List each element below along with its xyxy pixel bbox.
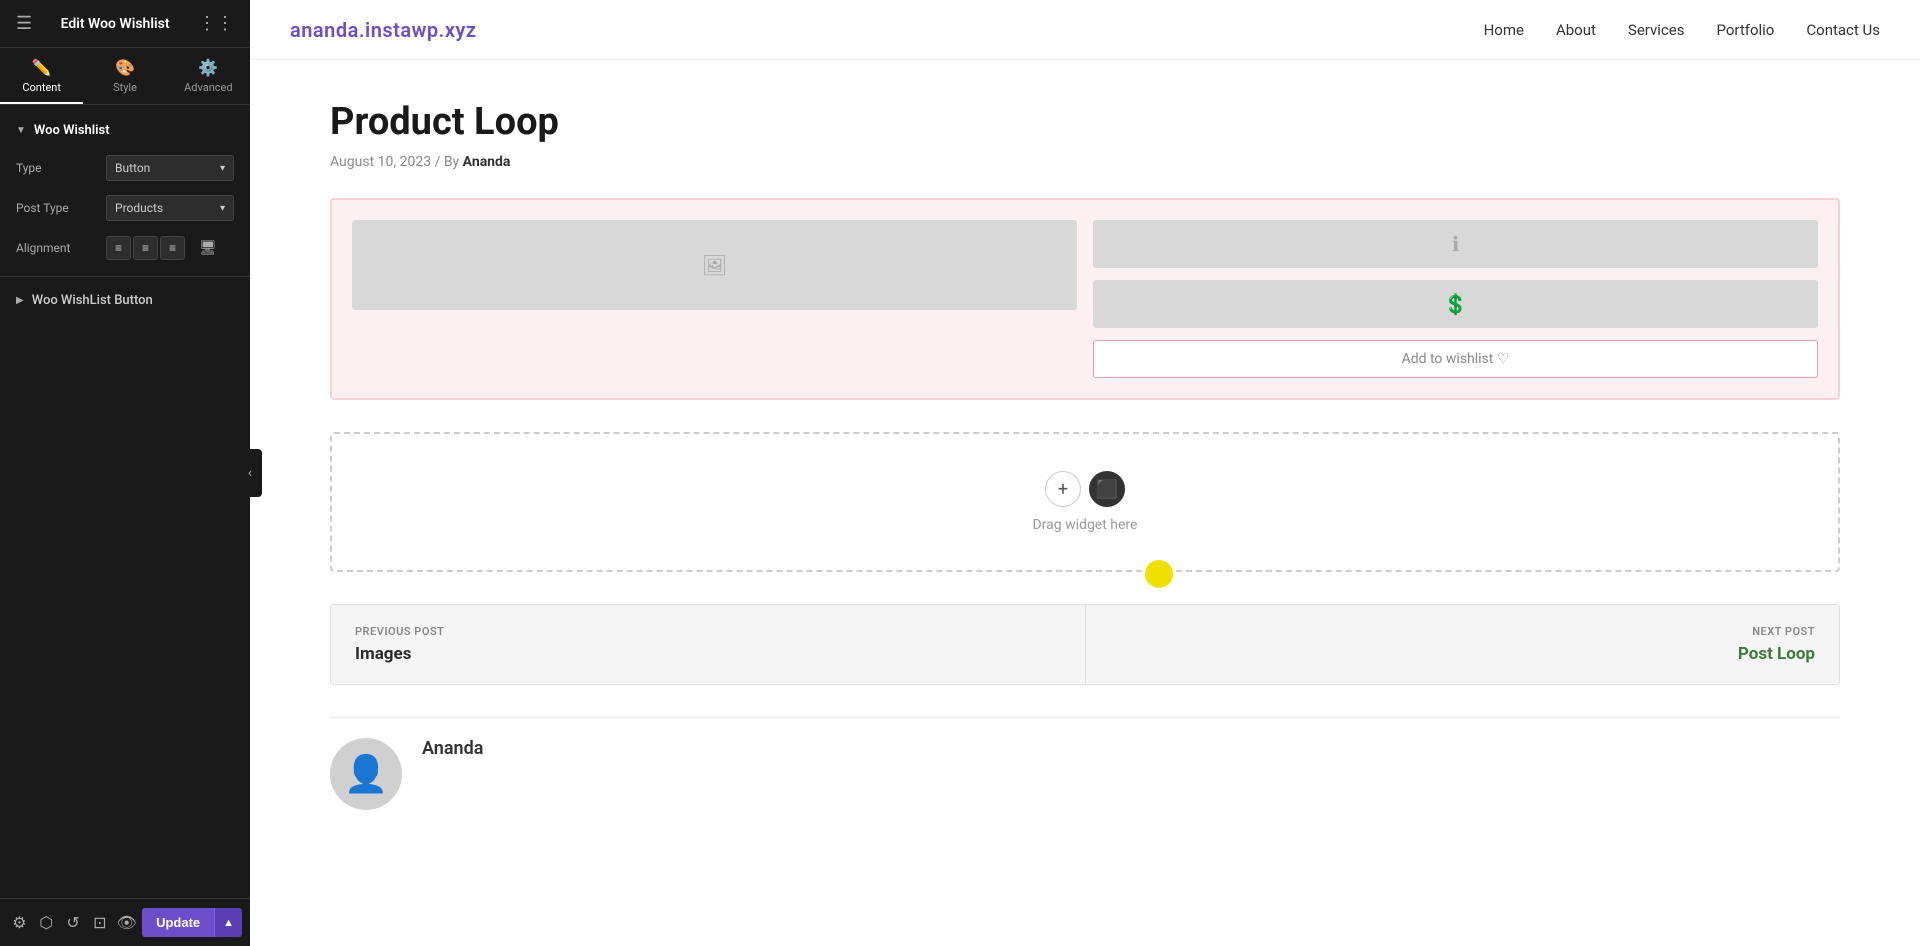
page-content: Product Loop August 10, 2023 / By Ananda…: [250, 60, 1920, 946]
post-separator: /: [435, 154, 444, 170]
price-icon: 💲: [1443, 292, 1468, 316]
post-date: August 10, 2023: [330, 154, 431, 170]
woo-wishlist-button-label: Woo WishList Button: [32, 293, 153, 308]
type-select[interactable]: Button ▾: [106, 155, 234, 181]
post-type-select[interactable]: Products ▾: [106, 195, 234, 221]
post-title: Product Loop: [330, 100, 1840, 144]
post-by: By: [444, 154, 459, 170]
alignment-control-value: ≡ ≡ ≡ 🖥: [106, 236, 234, 260]
sidebar: ☰ Edit Woo Wishlist ⋮⋮ ✏️ Content 🎨 Styl…: [0, 0, 250, 946]
sidebar-bottom-toolbar: ⚙ ⬡ ↺ ⊡ 👁 Update ▲: [0, 898, 250, 946]
type-select-value: Button: [115, 161, 150, 175]
tab-advanced[interactable]: ⚙️ Advanced: [167, 48, 250, 104]
drop-zone-actions: + ⬛: [1045, 471, 1125, 507]
content-tab-icon: ✏️: [32, 58, 52, 77]
alignment-label: Alignment: [16, 241, 106, 255]
tab-style[interactable]: 🎨 Style: [83, 48, 166, 104]
main-content-area: ananda.instawp.xyz Home About Services P…: [250, 0, 1920, 946]
post-navigation: PREVIOUS POST Images NEXT POST Post Loop: [330, 604, 1840, 685]
woo-wishlist-section-header[interactable]: ▼ Woo Wishlist: [0, 117, 250, 148]
responsive-icon-btn[interactable]: ⊡: [88, 907, 111, 939]
author-name: Ananda: [422, 738, 483, 759]
alignment-control-row: Alignment ≡ ≡ ≡ 🖥: [0, 228, 250, 268]
post-type-select-arrow: ▾: [220, 203, 225, 214]
wishlist-button[interactable]: Add to wishlist ♡: [1093, 340, 1818, 378]
site-logo[interactable]: ananda.instawp.xyz: [290, 18, 477, 42]
post-type-control-value: Products ▾: [106, 195, 234, 221]
product-info-right: ℹ 💲 Add to wishlist ♡: [1093, 220, 1818, 378]
post-type-control-row: Post Type Products ▾: [0, 188, 250, 228]
type-label: Type: [16, 161, 106, 175]
top-navigation: ananda.instawp.xyz Home About Services P…: [250, 0, 1920, 60]
nav-home[interactable]: Home: [1484, 21, 1524, 39]
history-icon-btn[interactable]: ↺: [62, 907, 85, 939]
nav-contact[interactable]: Contact Us: [1806, 21, 1880, 39]
product-image-skeleton: 🖼: [352, 220, 1077, 378]
update-caret-btn[interactable]: ▲: [214, 908, 242, 937]
alignment-controls: ≡ ≡ ≡: [106, 236, 185, 260]
align-right-btn[interactable]: ≡: [160, 236, 185, 260]
update-btn[interactable]: Update: [142, 908, 214, 937]
update-btn-group: Update ▲: [142, 908, 242, 937]
product-card-area: 🖼 ℹ 💲 Add to wishlist ♡: [330, 198, 1840, 400]
align-center-btn[interactable]: ≡: [133, 236, 158, 260]
style-tab-icon: 🎨: [115, 58, 135, 77]
drop-zone-text: Drag widget here: [1033, 517, 1138, 533]
add-widget-btn[interactable]: +: [1045, 471, 1081, 507]
sidebar-content: ▼ Woo Wishlist Type Button ▾ Post Type P…: [0, 105, 250, 898]
next-post-nav[interactable]: NEXT POST Post Loop: [1085, 605, 1840, 684]
author-avatar: 👤: [330, 738, 402, 810]
woo-wishlist-label: Woo Wishlist: [34, 123, 110, 138]
cursor-indicator: [1145, 560, 1173, 588]
woo-wishlist-button-chevron: ▶: [16, 295, 24, 306]
author-area: 👤 Ananda: [330, 717, 1840, 830]
type-control-value: Button ▾: [106, 155, 234, 181]
product-info-placeholder: ℹ: [1093, 220, 1818, 268]
info-icon: ℹ: [1452, 232, 1460, 256]
post-author: Ananda: [463, 154, 511, 170]
nav-services[interactable]: Services: [1628, 21, 1685, 39]
monitor-icon: 🖥: [199, 240, 217, 256]
settings-icon-btn[interactable]: ⚙: [8, 907, 31, 939]
tab-advanced-label: Advanced: [184, 81, 232, 94]
tab-style-label: Style: [113, 81, 137, 94]
previous-post-label: PREVIOUS POST: [355, 625, 1061, 638]
avatar-icon: 👤: [344, 753, 389, 795]
product-price-placeholder: 💲: [1093, 280, 1818, 328]
author-info: Ananda: [422, 738, 483, 759]
hamburger-icon[interactable]: ☰: [16, 13, 32, 34]
sidebar-title: Edit Woo Wishlist: [61, 16, 170, 32]
type-select-arrow: ▾: [220, 163, 225, 174]
post-type-select-value: Products: [115, 201, 163, 215]
nav-about[interactable]: About: [1556, 21, 1596, 39]
align-left-btn[interactable]: ≡: [106, 236, 131, 260]
post-type-label: Post Type: [16, 201, 106, 215]
widget-library-btn[interactable]: ⬛: [1089, 471, 1125, 507]
tab-content[interactable]: ✏️ Content: [0, 48, 83, 104]
woo-wishlist-button-section-header[interactable]: ▶ Woo WishList Button: [0, 285, 250, 316]
previous-post-title: Images: [355, 644, 1061, 664]
woo-wishlist-chevron: ▼: [16, 125, 26, 136]
sidebar-header: ☰ Edit Woo Wishlist ⋮⋮: [0, 0, 250, 48]
nav-portfolio[interactable]: Portfolio: [1716, 21, 1774, 39]
tab-content-label: Content: [22, 81, 61, 94]
layers-icon-btn[interactable]: ⬡: [35, 907, 58, 939]
post-meta: August 10, 2023 / By Ananda: [330, 154, 1840, 170]
collapse-sidebar-btn[interactable]: ‹: [238, 449, 262, 497]
nav-links: Home About Services Portfolio Contact Us: [1484, 21, 1880, 39]
next-post-label: NEXT POST: [1110, 625, 1816, 638]
previous-post-nav[interactable]: PREVIOUS POST Images: [331, 605, 1085, 684]
advanced-tab-icon: ⚙️: [198, 58, 218, 77]
image-icon: 🖼: [702, 253, 727, 277]
type-control-row: Type Button ▾: [0, 148, 250, 188]
preview-icon-btn[interactable]: 👁: [115, 907, 138, 939]
grid-icon[interactable]: ⋮⋮: [198, 13, 234, 34]
sidebar-tabs: ✏️ Content 🎨 Style ⚙️ Advanced: [0, 48, 250, 105]
drop-zone: + ⬛ Drag widget here: [330, 432, 1840, 572]
product-image-placeholder: 🖼: [352, 220, 1077, 310]
next-post-title: Post Loop: [1110, 644, 1816, 664]
